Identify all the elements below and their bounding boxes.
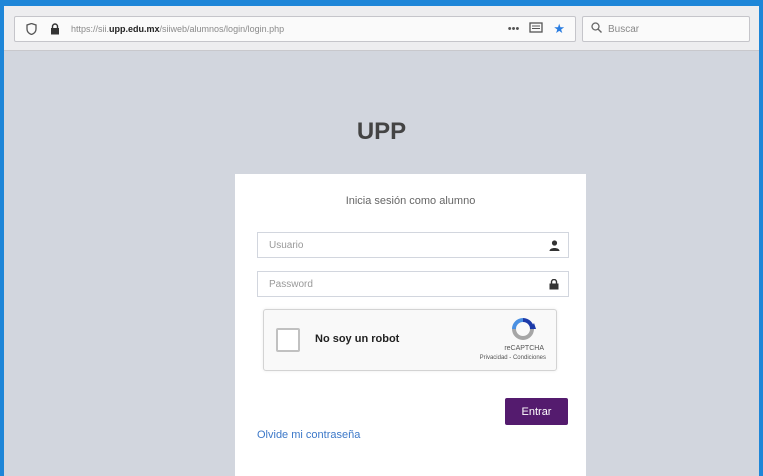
recaptcha-logo-icon xyxy=(512,318,536,340)
search-placeholder: Buscar xyxy=(608,23,640,35)
recaptcha-widget: No soy un robot reCAPTCHA Privacidad - C… xyxy=(263,309,557,371)
lock-icon xyxy=(547,277,561,291)
lock-icon[interactable] xyxy=(47,21,63,37)
recaptcha-label: No soy un robot xyxy=(315,333,400,345)
browser-window: https://sii.upp.edu.mx/siiweb/alumnos/lo… xyxy=(4,6,759,476)
page-actions: ••• ★ xyxy=(508,21,565,37)
recaptcha-checkbox[interactable] xyxy=(276,328,300,352)
username-input[interactable] xyxy=(258,233,539,257)
recaptcha-links[interactable]: Privacidad - Condiciones xyxy=(436,355,546,361)
search-box[interactable]: Buscar xyxy=(582,16,750,42)
address-bar[interactable]: https://sii.upp.edu.mx/siiweb/alumnos/lo… xyxy=(14,16,576,42)
browser-toolbar: https://sii.upp.edu.mx/siiweb/alumnos/lo… xyxy=(4,6,759,51)
recaptcha-brand: reCAPTCHA xyxy=(504,345,544,352)
user-icon xyxy=(547,238,561,252)
site-brand: UPP xyxy=(356,118,407,145)
password-field xyxy=(257,271,569,297)
forgot-password-link[interactable]: Olvide mi contraseña xyxy=(257,429,360,441)
more-actions-button[interactable]: ••• xyxy=(508,23,520,35)
password-input[interactable] xyxy=(258,272,539,296)
reader-view-icon[interactable] xyxy=(529,21,543,37)
submit-button[interactable]: Entrar xyxy=(505,398,568,425)
login-card: Inicia sesión como alumno No soy un robo… xyxy=(235,174,586,476)
login-title: Inicia sesión como alumno xyxy=(345,195,476,207)
search-icon xyxy=(591,22,602,36)
username-field xyxy=(257,232,569,258)
url-text[interactable]: https://sii.upp.edu.mx/siiweb/alumnos/lo… xyxy=(71,24,401,34)
bookmark-star-icon[interactable]: ★ xyxy=(553,21,565,37)
shield-icon[interactable] xyxy=(23,21,39,37)
